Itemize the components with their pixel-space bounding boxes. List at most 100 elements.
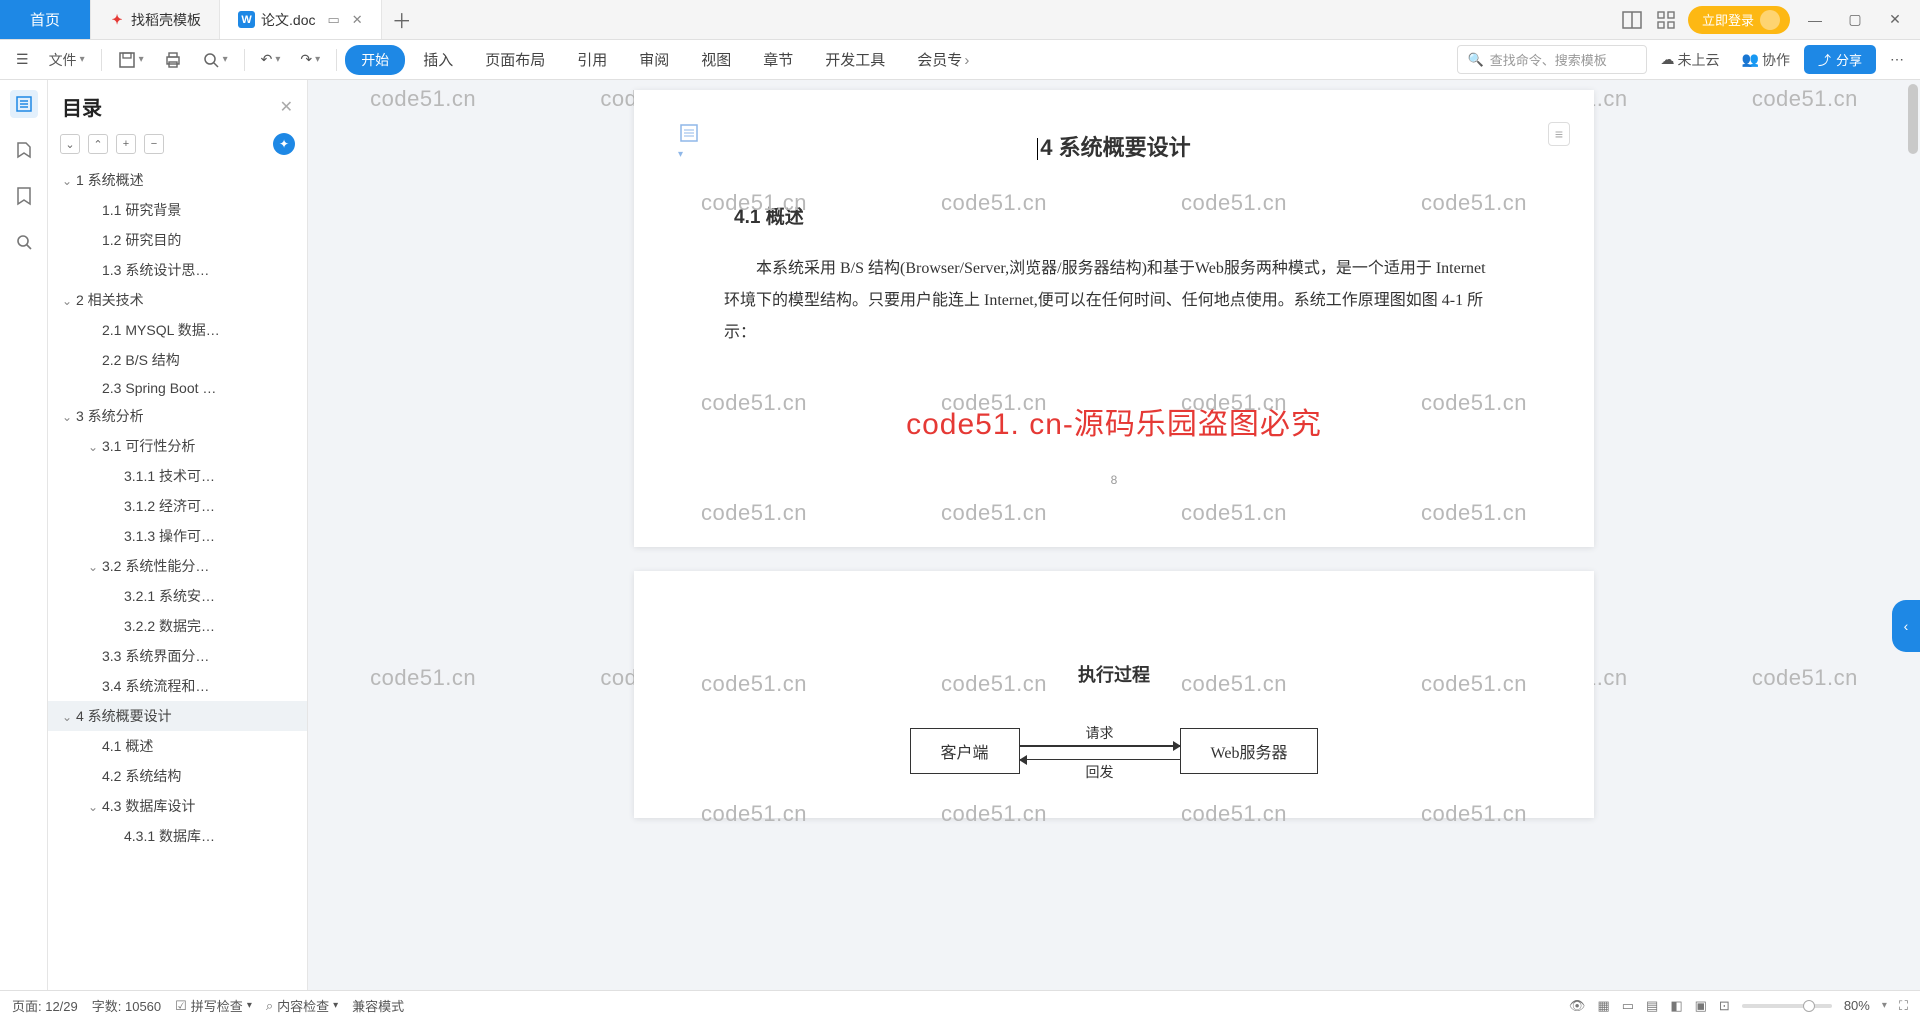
toc-item[interactable]: 2 相关技术 (48, 285, 307, 315)
view-read-icon[interactable]: ▭ (1622, 998, 1634, 1014)
cloud-status[interactable]: ☁ 未上云 (1653, 44, 1728, 76)
zoom-slider[interactable] (1742, 1004, 1832, 1008)
devtools-icon[interactable]: ▭ (327, 12, 339, 28)
maximize-icon[interactable]: ▢ (1840, 5, 1870, 35)
tab-review[interactable]: 审阅 (625, 43, 683, 76)
watermark-red: code51. cn-源码乐园盗图必究 (724, 399, 1504, 443)
tab-home[interactable]: 首页 (0, 0, 91, 39)
toc-item[interactable]: 3.4 系统流程和… (48, 671, 307, 701)
toc-item[interactable]: 4 系统概要设计 (48, 701, 307, 731)
toc-item[interactable]: 2.3 Spring Boot … (48, 375, 307, 401)
page-align-icon[interactable]: ≡ (1548, 122, 1570, 146)
toc-item[interactable]: 3.1 可行性分析 (48, 431, 307, 461)
new-tab-button[interactable]: ＋ (382, 0, 422, 39)
ai-assist-icon[interactable]: ✦ (273, 133, 295, 155)
tab-view[interactable]: 视图 (687, 43, 745, 76)
toc-item[interactable]: 3.2 系统性能分… (48, 551, 307, 581)
layout-icon[interactable] (1620, 8, 1644, 32)
toc-item[interactable]: 2.1 MYSQL 数据… (48, 315, 307, 345)
remove-heading-icon[interactable]: − (144, 134, 164, 154)
minimize-icon[interactable]: — (1800, 5, 1830, 35)
view-web-icon[interactable]: ▤ (1646, 998, 1658, 1014)
view-outline-icon[interactable]: ◧ (1670, 998, 1682, 1014)
rail-outline-icon[interactable] (10, 90, 38, 118)
page-2[interactable]: code51.cncode51.cncode51.cncode51.cn 执行过… (634, 571, 1594, 818)
page-indicator[interactable]: 页面: 12/29 (12, 996, 78, 1015)
eye-icon[interactable]: 👁 (1569, 998, 1586, 1014)
toc-item[interactable]: 2.2 B/S 结构 (48, 345, 307, 375)
toc-item[interactable]: 3.1.3 操作可… (48, 521, 307, 551)
spellcheck-button[interactable]: ☑拼写检查▾ (175, 996, 252, 1015)
word-count[interactable]: 字数: 10560 (92, 996, 161, 1015)
toc-item[interactable]: 1.1 研究背景 (48, 195, 307, 225)
toc-item[interactable]: 1 系统概述 (48, 165, 307, 195)
heading-2[interactable]: 4.1 概述 (734, 202, 1504, 229)
status-bar: 页面: 12/29 字数: 10560 ☑拼写检查▾ ⌕内容检查▾ 兼容模式 👁… (0, 990, 1920, 1020)
paragraph[interactable]: 本系统采用 B/S 结构(Browser/Server,浏览器/服务器结构)和基… (724, 253, 1504, 349)
rail-search-icon[interactable] (10, 228, 38, 256)
view-focus-icon[interactable]: ▣ (1695, 998, 1707, 1014)
add-heading-icon[interactable]: + (116, 134, 136, 154)
toc-item[interactable]: 1.2 研究目的 (48, 225, 307, 255)
tab-templates[interactable]: ✦ 找稻壳模板 (91, 0, 220, 39)
vertical-scrollbar[interactable] (1908, 84, 1918, 986)
page-section-icon[interactable]: ▾ (678, 122, 700, 160)
view-print-icon[interactable]: ▦ (1597, 998, 1609, 1014)
file-menu[interactable]: 文件 ▾ (41, 44, 93, 76)
share-icon: ⤴ (1818, 50, 1831, 69)
preview-icon[interactable]: ▾ (194, 45, 236, 75)
rail-tag-icon[interactable] (10, 136, 38, 164)
sidebar-close-icon[interactable]: ✕ (280, 97, 293, 117)
toc-list: 1 系统概述1.1 研究背景1.2 研究目的1.3 系统设计思…2 相关技术2.… (48, 165, 307, 990)
toc-item[interactable]: 4.3 数据库设计 (48, 791, 307, 821)
content-check-button[interactable]: ⌕内容检查▾ (266, 996, 338, 1015)
tab-layout[interactable]: 页面布局 (471, 43, 559, 76)
print-icon[interactable] (156, 45, 190, 75)
tab-reference[interactable]: 引用 (563, 43, 621, 76)
collapse-all-icon[interactable]: ⌄ (60, 134, 80, 154)
toc-item[interactable]: 3.2.1 系统安… (48, 581, 307, 611)
command-search[interactable]: 🔍查找命令、搜索模板 (1457, 45, 1647, 74)
coop-button[interactable]: 👥 协作 (1734, 44, 1798, 76)
toc-item[interactable]: 4.1 概述 (48, 731, 307, 761)
document-area[interactable]: code51.cncode51.cncode51.cncode51.cncode… (308, 80, 1920, 990)
tab-document[interactable]: W 论文.doc ▭ ✕ (220, 0, 382, 39)
tab-member[interactable]: 会员专 (903, 43, 983, 76)
save-icon[interactable]: ▾ (110, 45, 152, 75)
share-button[interactable]: ⤴分享 (1804, 45, 1876, 74)
scan-icon: ⌕ (266, 998, 273, 1014)
compat-mode[interactable]: 兼容模式 (352, 996, 404, 1015)
tab-insert[interactable]: 插入 (409, 43, 467, 76)
zoom-level[interactable]: 80% (1844, 998, 1870, 1013)
toc-item[interactable]: 1.3 系统设计思… (48, 255, 307, 285)
arrow-right-icon (1020, 745, 1180, 747)
rail-bookmark-icon[interactable] (10, 182, 38, 210)
toc-item[interactable]: 4.2 系统结构 (48, 761, 307, 791)
tab-start[interactable]: 开始 (345, 45, 405, 75)
redo-icon[interactable]: ↷ ▾ (292, 45, 328, 74)
close-tab-icon[interactable]: ✕ (352, 12, 363, 28)
toc-item[interactable]: 3.1.2 经济可… (48, 491, 307, 521)
fullscreen-icon[interactable]: ⛶ (1899, 998, 1908, 1014)
more-icon[interactable]: ⋯ (1882, 45, 1912, 74)
toc-item[interactable]: 3 系统分析 (48, 401, 307, 431)
toc-item[interactable]: 3.3 系统界面分… (48, 641, 307, 671)
diagram-title[interactable]: 执行过程 (724, 661, 1504, 687)
tab-section[interactable]: 章节 (749, 43, 807, 76)
login-button[interactable]: 立即登录 (1688, 6, 1790, 34)
toc-item[interactable]: 3.2.2 数据完… (48, 611, 307, 641)
undo-icon[interactable]: ↶ ▾ (253, 45, 289, 74)
page-1[interactable]: ▾ ≡ 4 系统概要设计 code51.cncode51.cncode51.cn… (634, 90, 1594, 547)
word-icon: W (238, 11, 255, 28)
toc-item[interactable]: 3.1.1 技术可… (48, 461, 307, 491)
apps-icon[interactable] (1654, 8, 1678, 32)
toc-item[interactable]: 4.3.1 数据库… (48, 821, 307, 851)
zoom-fit-icon[interactable]: ⊡ (1719, 998, 1730, 1014)
menu-icon[interactable]: ☰ (8, 45, 37, 74)
tab-devtools[interactable]: 开发工具 (811, 43, 899, 76)
expand-all-icon[interactable]: ⌃ (88, 134, 108, 154)
heading-1[interactable]: 4 系统概要设计 (724, 130, 1504, 162)
window-close-icon[interactable]: ✕ (1880, 5, 1910, 35)
search-icon: 🔍 (1468, 52, 1484, 68)
people-icon: 👥 (1742, 51, 1759, 68)
